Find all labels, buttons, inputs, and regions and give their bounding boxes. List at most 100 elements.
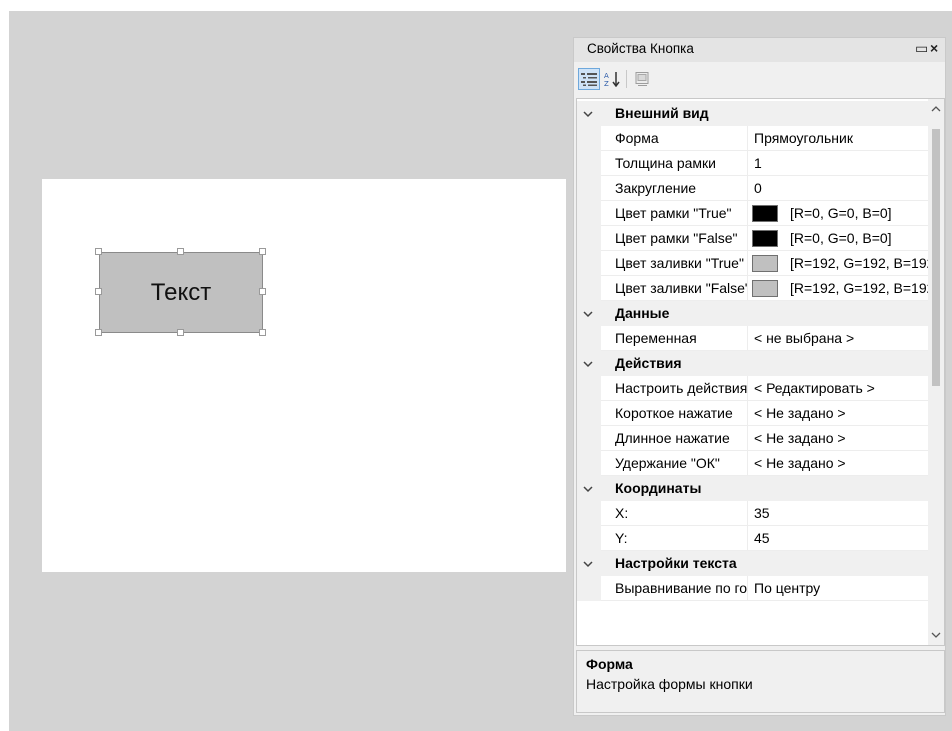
category-data[interactable]: Данные (577, 301, 930, 326)
category-text-settings[interactable]: Настройки текста (577, 551, 930, 576)
property-name: Цвет рамки "True" (601, 201, 748, 226)
category-label: Действия (615, 355, 682, 371)
property-row-hold-ok[interactable]: Удержание "ОК" < Не задано > (577, 451, 930, 476)
close-icon[interactable]: × (930, 40, 938, 56)
category-coordinates[interactable]: Координаты (577, 476, 930, 501)
property-value[interactable]: < Не задано > (748, 426, 930, 451)
property-row-rounding[interactable]: Закругление 0 (577, 176, 930, 201)
scroll-up-icon[interactable] (931, 105, 941, 113)
property-row-border-width[interactable]: Толщина рамки 1 (577, 151, 930, 176)
property-value[interactable]: [R=192, G=192, B=192] (748, 251, 930, 276)
property-value[interactable]: < Не задано > (748, 451, 930, 476)
resize-handle-w[interactable] (95, 288, 102, 295)
property-name: Форма (601, 126, 748, 151)
property-value[interactable]: 35 (748, 501, 930, 526)
screen-canvas[interactable] (42, 179, 566, 572)
chevron-down-icon[interactable] (581, 482, 595, 496)
property-row-border-color-false[interactable]: Цвет рамки "False" [R=0, G=0, B=0] (577, 226, 930, 251)
color-swatch (752, 205, 778, 222)
property-value[interactable]: [R=0, G=0, B=0] (748, 201, 930, 226)
color-swatch (752, 255, 778, 272)
canvas-button-widget[interactable]: Текст (99, 252, 263, 333)
property-row-fill-color-true[interactable]: Цвет заливки "True" [R=192, G=192, B=192… (577, 251, 930, 276)
color-swatch (752, 280, 778, 297)
color-value: [R=192, G=192, B=192] (790, 255, 930, 271)
property-value[interactable]: [R=0, G=0, B=0] (748, 226, 930, 251)
properties-panel: Свойства Кнопка ▭ × A Z Внешний вид Форм… (573, 37, 946, 716)
property-value[interactable]: 0 (748, 176, 930, 201)
category-label: Настройки текста (615, 555, 737, 571)
property-row-x[interactable]: X: 35 (577, 501, 930, 526)
property-name: Удержание "ОК" (601, 451, 748, 476)
property-row-fill-color-false[interactable]: Цвет заливки "False" [R=192, G=192, B=19… (577, 276, 930, 301)
resize-handle-n[interactable] (177, 248, 184, 255)
description-pane: Форма Настройка формы кнопки (576, 650, 945, 713)
property-value[interactable]: 45 (748, 526, 930, 551)
property-value[interactable]: По центру (748, 576, 930, 601)
panel-title-bar: Свойства Кнопка ▭ × (574, 38, 945, 62)
scroll-down-icon[interactable] (931, 631, 941, 639)
categorized-view-button[interactable] (578, 68, 600, 90)
color-value: [R=0, G=0, B=0] (790, 205, 892, 221)
property-row-configure-actions[interactable]: Настроить действия < Редактировать > (577, 376, 930, 401)
property-pages-icon (635, 72, 649, 86)
property-name: Цвет заливки "False" (601, 276, 748, 301)
category-label: Внешний вид (615, 105, 709, 121)
property-name: Выравнивание по горизонтали (601, 576, 748, 601)
category-appearance[interactable]: Внешний вид (577, 101, 930, 126)
chevron-down-icon[interactable] (581, 307, 595, 321)
resize-handle-ne[interactable] (259, 248, 266, 255)
property-row-short-press[interactable]: Короткое нажатие < Не задано > (577, 401, 930, 426)
property-name: Длинное нажатие (601, 426, 748, 451)
property-row-border-color-true[interactable]: Цвет рамки "True" [R=0, G=0, B=0] (577, 201, 930, 226)
svg-text:Z: Z (604, 80, 609, 87)
chevron-down-icon[interactable] (581, 107, 595, 121)
property-name: Цвет заливки "True" (601, 251, 748, 276)
property-name: Цвет рамки "False" (601, 226, 748, 251)
property-name: Y: (601, 526, 748, 551)
property-grid: Внешний вид Форма Прямоугольник Толщина … (576, 98, 945, 646)
resize-handle-se[interactable] (259, 329, 266, 336)
scroll-thumb[interactable] (932, 129, 940, 386)
canvas-button-text: Текст (150, 278, 212, 306)
sort-alphabetical-icon: A Z (604, 72, 620, 87)
toolbar-separator (626, 70, 627, 88)
resize-handle-e[interactable] (259, 288, 266, 295)
property-name: Переменная (601, 326, 748, 351)
panel-toolbar: A Z (574, 62, 945, 96)
vertical-scrollbar[interactable] (928, 99, 944, 645)
description-text: Настройка формы кнопки (586, 676, 753, 692)
property-pages-button[interactable] (631, 68, 653, 90)
property-row-y[interactable]: Y: 45 (577, 526, 930, 551)
property-value[interactable]: [R=192, G=192, B=192] (748, 276, 930, 301)
panel-title: Свойства Кнопка (587, 41, 694, 56)
description-title: Форма (586, 656, 633, 672)
categorized-view-icon (581, 73, 597, 86)
property-row-long-press[interactable]: Длинное нажатие < Не задано > (577, 426, 930, 451)
svg-text:A: A (604, 72, 609, 80)
resize-handle-nw[interactable] (95, 248, 102, 255)
category-label: Координаты (615, 480, 702, 496)
color-value: [R=192, G=192, B=192] (790, 280, 930, 296)
resize-handle-s[interactable] (177, 329, 184, 336)
category-label: Данные (615, 305, 670, 321)
property-value[interactable]: Прямоугольник (748, 126, 930, 151)
chevron-down-icon[interactable] (581, 357, 595, 371)
chevron-down-icon[interactable] (581, 557, 595, 571)
property-name: X: (601, 501, 748, 526)
property-value[interactable]: < не выбрана > (748, 326, 930, 351)
property-value[interactable]: < Не задано > (748, 401, 930, 426)
resize-handle-sw[interactable] (95, 329, 102, 336)
restore-icon[interactable]: ▭ (915, 40, 928, 57)
property-name: Закругление (601, 176, 748, 201)
color-swatch (752, 230, 778, 247)
color-value: [R=0, G=0, B=0] (790, 230, 892, 246)
property-name: Толщина рамки (601, 151, 748, 176)
property-value[interactable]: 1 (748, 151, 930, 176)
property-row-shape[interactable]: Форма Прямоугольник (577, 126, 930, 151)
property-value[interactable]: < Редактировать > (748, 376, 930, 401)
property-row-variable[interactable]: Переменная < не выбрана > (577, 326, 930, 351)
property-row-horizontal-align[interactable]: Выравнивание по горизонтали По центру (577, 576, 930, 601)
category-actions[interactable]: Действия (577, 351, 930, 376)
alphabetical-sort-button[interactable]: A Z (602, 68, 624, 90)
